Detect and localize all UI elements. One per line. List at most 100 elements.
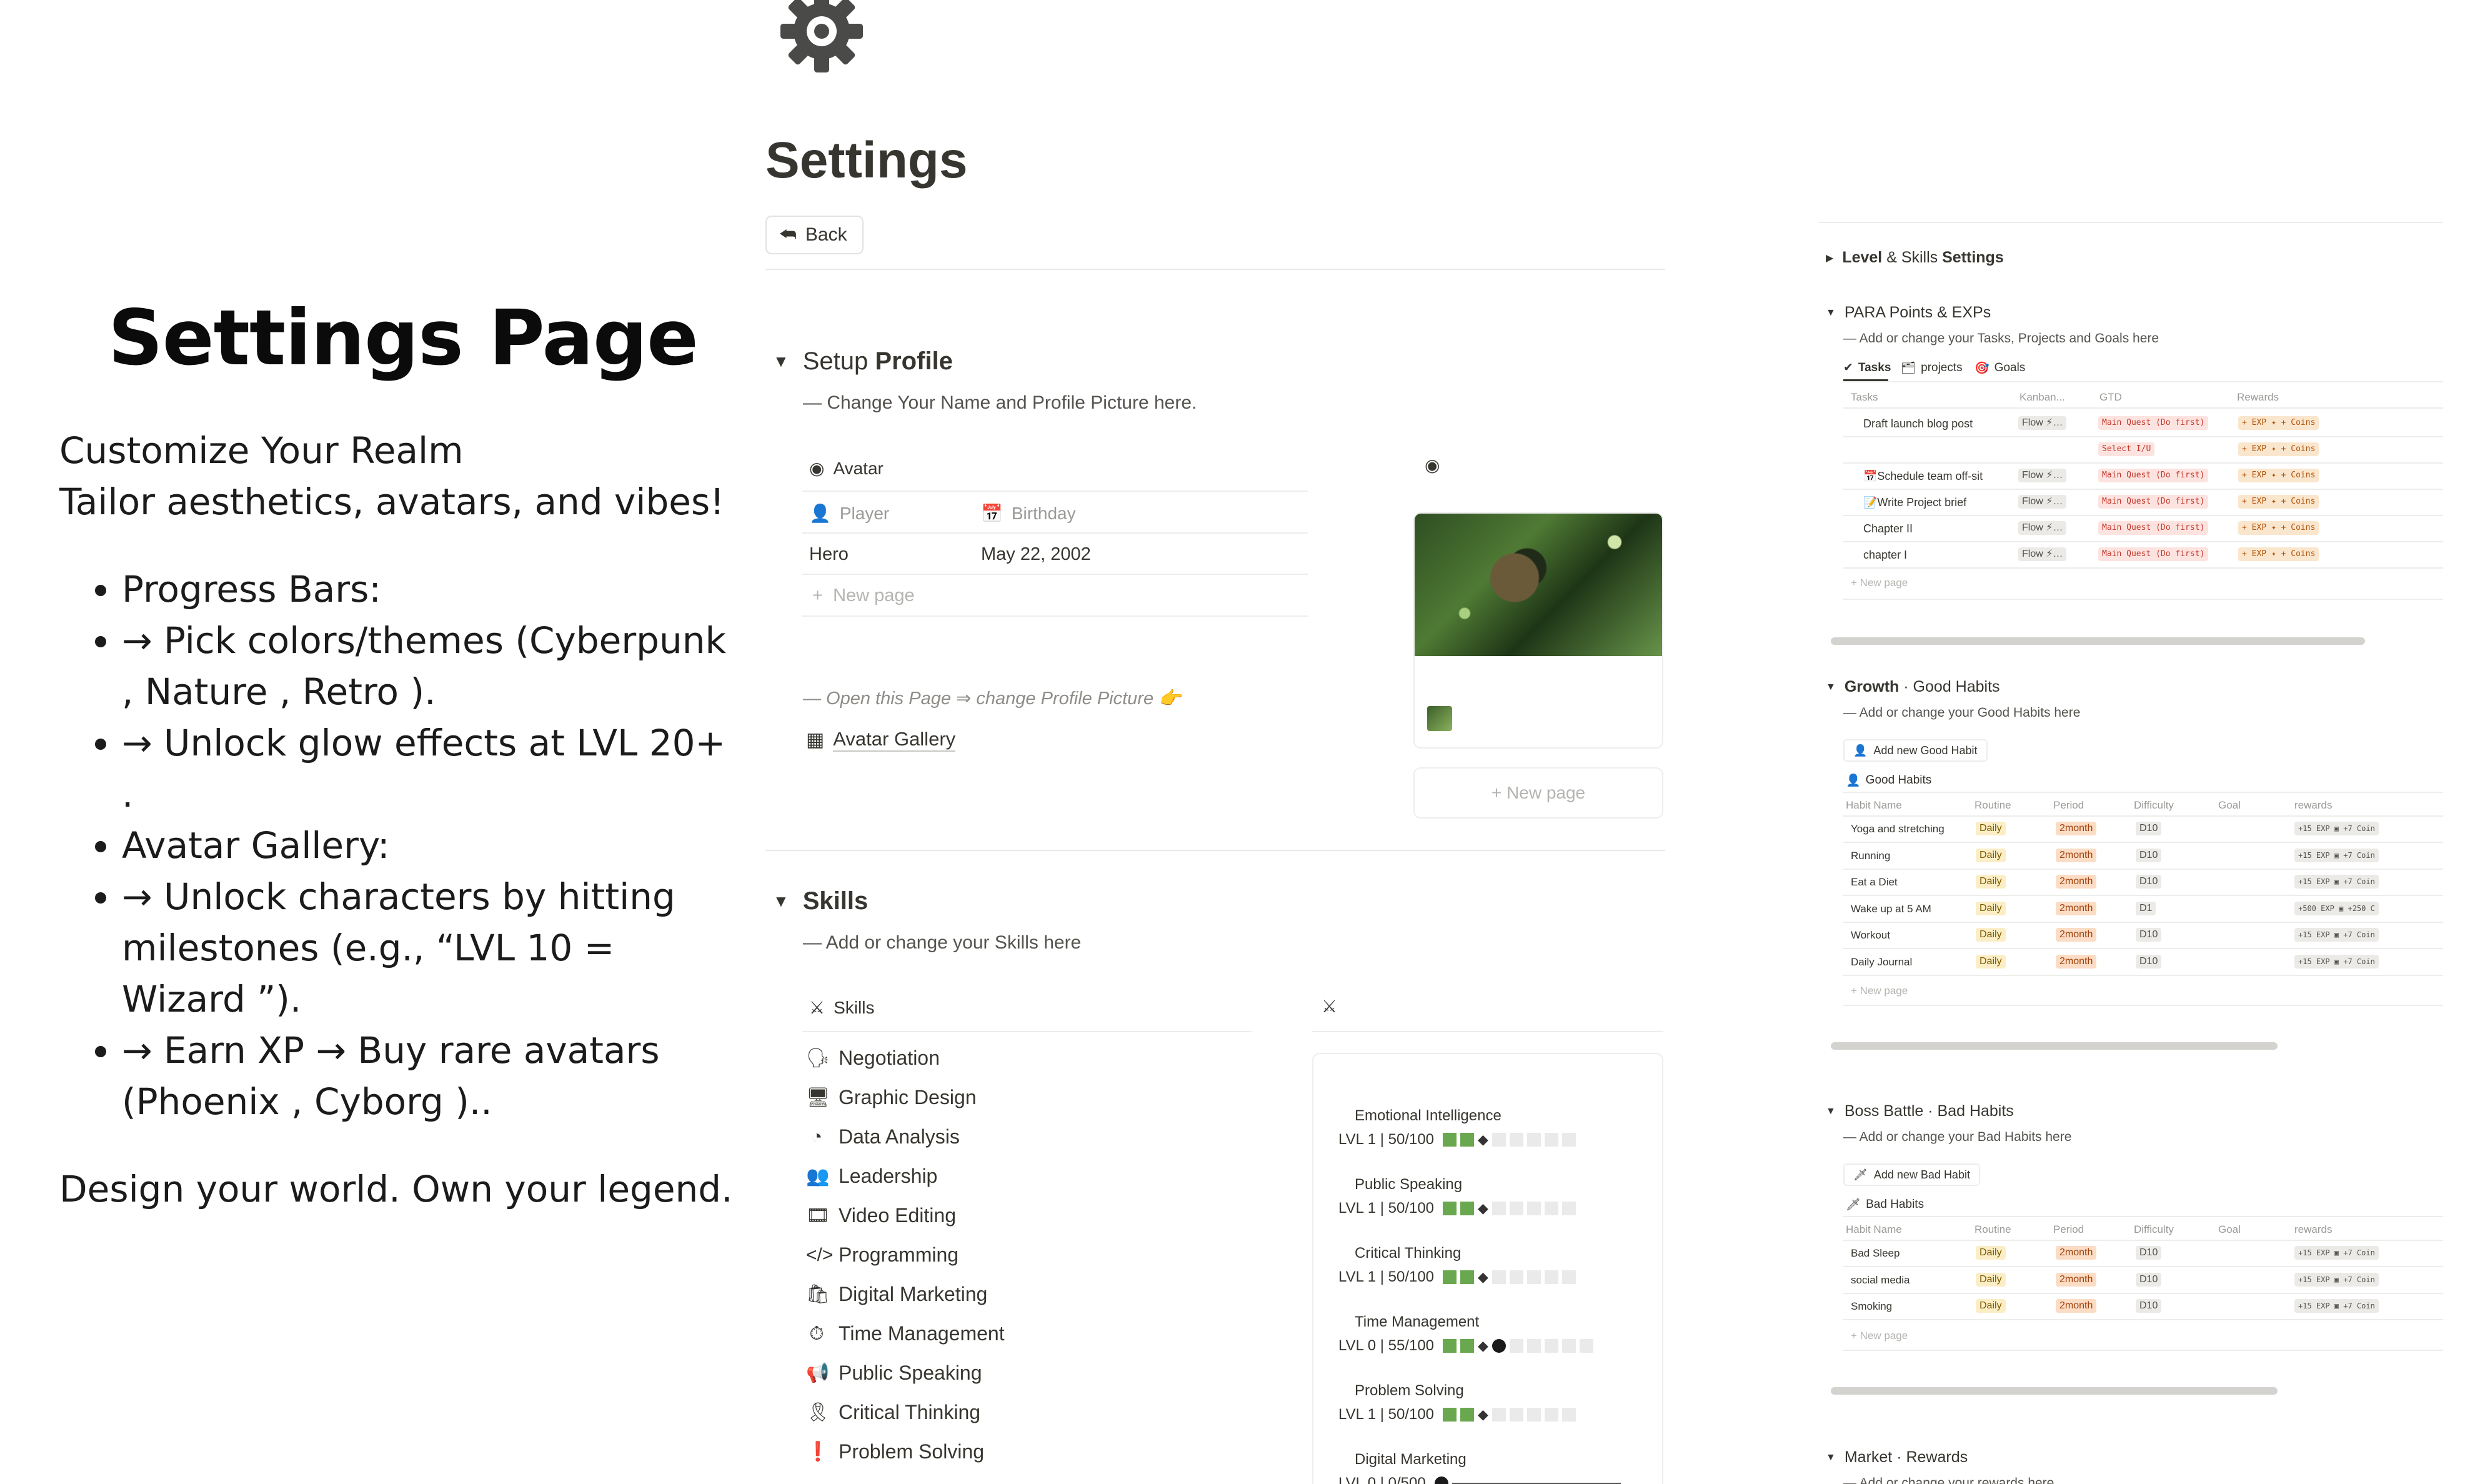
progress-empty bbox=[1491, 1270, 1506, 1284]
progress-bar: LVL 1 | 50/100 ◆ bbox=[1338, 1406, 1576, 1423]
gtd-tag: Main Quest (Do first) bbox=[2098, 547, 2209, 561]
skill-item[interactable]: 🎞 Video Editing bbox=[806, 1204, 956, 1227]
level-skills-heading: Level & Skills Settings bbox=[1842, 249, 2004, 266]
habit-name-cell[interactable]: Running bbox=[1851, 850, 1890, 862]
skill-item[interactable]: 👥 Leadership bbox=[806, 1165, 937, 1188]
skill-label: Leadership bbox=[839, 1165, 938, 1187]
skill-item[interactable]: ◔ Data Analysis bbox=[806, 1125, 960, 1148]
habit-name-cell[interactable]: Smoking bbox=[1851, 1300, 1892, 1313]
grid-icon: ▦ bbox=[806, 729, 825, 750]
skill-label: Programming bbox=[839, 1243, 959, 1266]
progress-dot bbox=[1491, 1339, 1506, 1353]
promo-bullet: → Pick colors/themes (Cyberpunk , Nature… bbox=[122, 615, 747, 717]
para-tab[interactable]: 🎯 Goals bbox=[1975, 361, 2025, 376]
skill-progress-name: Time Management bbox=[1355, 1313, 1480, 1330]
database-panel: ▶ Level & Skills Settings ▼ PARA Points … bbox=[1818, 0, 2480, 1484]
birthday-cell[interactable]: May 22, 2002 bbox=[981, 544, 1091, 565]
kanban-tag: Flow ⚡… bbox=[2018, 495, 2067, 509]
skill-item[interactable]: ❗ Problem Solving bbox=[806, 1440, 984, 1463]
habit-name-cell[interactable]: Wake up at 5 AM bbox=[1851, 903, 1931, 915]
view-label[interactable]: 🗡 Bad Habits bbox=[1846, 1197, 1924, 1212]
task-cell[interactable]: chapter I bbox=[1863, 549, 1907, 562]
skill-item[interactable]: ⏱ Time Management bbox=[806, 1322, 1004, 1345]
avatar-card[interactable] bbox=[1413, 512, 1663, 749]
new-page-button[interactable]: + New page bbox=[1851, 985, 1908, 997]
task-cell[interactable]: Chapter II bbox=[1863, 522, 1913, 535]
column-header: Goal bbox=[2218, 799, 2241, 811]
gear-icon bbox=[780, 0, 863, 72]
para-tab[interactable]: ✔ Tasks bbox=[1843, 361, 1891, 375]
skill-item[interactable]: </> Programming bbox=[806, 1243, 959, 1267]
skill-item[interactable]: 🗣 Negotiation bbox=[806, 1047, 940, 1070]
skill-progress: Digital Marketing LVL 0 | 0/500 bbox=[1338, 1451, 1621, 1484]
avatar-gallery-link[interactable]: ▦ Avatar Gallery bbox=[806, 728, 956, 752]
reward-tag: + EXP ✦ + Coins bbox=[2238, 469, 2319, 482]
skill-item[interactable]: 🖥 Graphic Design bbox=[806, 1086, 977, 1109]
avatar-table-title: ◉ Avatar bbox=[809, 458, 884, 479]
routine-tag: Daily bbox=[1976, 822, 2006, 835]
task-cell[interactable]: 📅Schedule team off-sit bbox=[1863, 470, 1983, 483]
habit-name-cell[interactable]: Yoga and stretching bbox=[1851, 823, 1945, 835]
horizontal-scrollbar[interactable] bbox=[1831, 637, 2365, 645]
skill-progress: Problem Solving LVL 1 | 50/100 ◆ bbox=[1338, 1382, 1576, 1423]
toggle-para[interactable]: ▼ PARA Points & EXPs bbox=[1826, 304, 1991, 322]
view-label[interactable]: 👤 Good Habits bbox=[1846, 773, 1931, 788]
promo-title: Settings Page bbox=[108, 294, 699, 382]
back-button[interactable]: ⮪ Back bbox=[765, 216, 864, 254]
toggle-growth[interactable]: ▼ Growth · Good Habits bbox=[1826, 678, 2000, 696]
kanban-tag: Flow ⚡… bbox=[2018, 547, 2067, 561]
progress-empty bbox=[1509, 1408, 1523, 1422]
toggle-setup-profile[interactable]: ▼ Setup Profile bbox=[773, 347, 953, 376]
progress-filled bbox=[1443, 1339, 1457, 1353]
skill-progress: Emotional Intelligence LVL 1 | 50/100 ◆ bbox=[1338, 1107, 1576, 1148]
difficulty-tag: D10 bbox=[2136, 875, 2162, 889]
skill-item[interactable]: 🛍 Digital Marketing bbox=[806, 1283, 987, 1306]
toggle-boss[interactable]: ▼ Boss Battle · Bad Habits bbox=[1826, 1102, 2014, 1120]
task-cell[interactable]: Draft launch blog post bbox=[1863, 417, 1973, 431]
skill-progress-name: Problem Solving bbox=[1355, 1382, 1464, 1399]
user-plus-icon: 👤 bbox=[1853, 744, 1868, 757]
row-divider bbox=[1843, 436, 2443, 437]
gallery-new-page-button[interactable]: + New page bbox=[1413, 767, 1663, 819]
toggle-skills[interactable]: ▼ Skills bbox=[773, 887, 868, 915]
triangle-right-icon: ▶ bbox=[1826, 252, 1834, 264]
para-tab[interactable]: 🗂 projects bbox=[1901, 361, 1963, 376]
progress-empty bbox=[1561, 1339, 1576, 1353]
habit-name-cell[interactable]: Workout bbox=[1851, 929, 1890, 942]
promo-bullets: Progress Bars: → Pick colors/themes (Cyb… bbox=[122, 564, 747, 1127]
divider bbox=[1843, 381, 2443, 382]
add-habit-button[interactable]: 🗡 Add new Bad Habit bbox=[1843, 1163, 1980, 1186]
tab-icon: 🎯 bbox=[1975, 362, 1989, 375]
skill-progress-name: Critical Thinking bbox=[1355, 1245, 1462, 1262]
skill-item[interactable]: 📢 Public Speaking bbox=[806, 1362, 982, 1385]
task-cell[interactable]: 📝Write Project brief bbox=[1863, 496, 1966, 509]
difficulty-tag: D1 bbox=[2136, 901, 2156, 915]
habit-name-cell[interactable]: Bad Sleep bbox=[1851, 1247, 1900, 1260]
reward-tag: +15 EXP ▣ +7 Coin bbox=[2294, 848, 2379, 862]
horizontal-scrollbar[interactable] bbox=[1831, 1042, 2278, 1050]
period-tag: 2month bbox=[2056, 1272, 2097, 1287]
new-page-button[interactable]: + New page bbox=[1851, 577, 1908, 589]
reward-tag: +15 EXP ▣ +7 Coin bbox=[2294, 928, 2379, 942]
horizontal-scrollbar[interactable] bbox=[1831, 1387, 2278, 1395]
column-header: Kanban... bbox=[2019, 391, 2065, 403]
column-header: Habit Name bbox=[1846, 799, 1902, 811]
toggle-level-skills-settings[interactable]: ▶ Level & Skills Settings bbox=[1826, 249, 2004, 267]
habit-name-cell[interactable]: social media bbox=[1851, 1274, 1910, 1287]
skill-item[interactable]: 🎗 Critical Thinking bbox=[806, 1401, 980, 1424]
divider bbox=[802, 574, 1308, 575]
habit-name-cell[interactable]: Eat a Diet bbox=[1851, 876, 1898, 889]
skills-progress-card[interactable]: Emotional Intelligence LVL 1 | 50/100 ◆ Pub… bbox=[1312, 1053, 1663, 1484]
diamond-icon: ◆ bbox=[1478, 1200, 1488, 1216]
plus-icon: + bbox=[812, 585, 823, 605]
new-page-button[interactable]: + New page bbox=[812, 585, 915, 606]
growth-subtitle: — Add or change your Good Habits here bbox=[1843, 705, 2081, 720]
gtd-tag: Main Quest (Do first) bbox=[2098, 521, 2209, 535]
skill-progress-level: LVL 1 | 50/100 bbox=[1338, 1131, 1435, 1148]
skill-icon: 🛍 bbox=[806, 1284, 830, 1305]
player-name-cell[interactable]: Hero bbox=[809, 544, 849, 565]
habit-name-cell[interactable]: Daily Journal bbox=[1851, 956, 1912, 969]
toggle-market[interactable]: ▼ Market · Rewards bbox=[1826, 1448, 1968, 1467]
add-habit-button[interactable]: 👤 Add new Good Habit bbox=[1843, 739, 1988, 762]
new-page-button[interactable]: + New page bbox=[1851, 1330, 1908, 1342]
